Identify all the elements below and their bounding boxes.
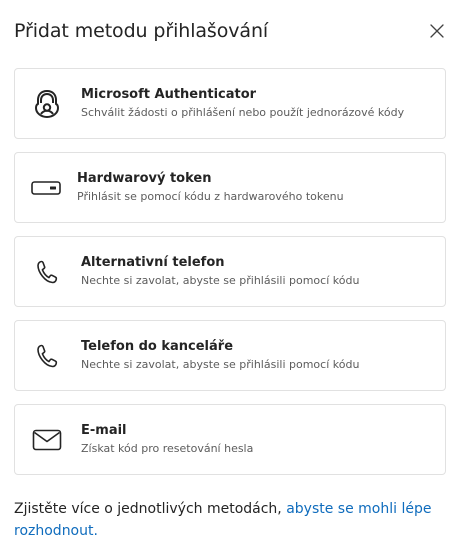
method-description: Přihlásit se pomocí kódu z hardwarového … bbox=[77, 190, 344, 203]
method-microsoft-authenticator[interactable]: Microsoft Authenticator Schválit žádosti… bbox=[14, 68, 446, 139]
method-name: Hardwarový token bbox=[77, 171, 212, 186]
phone-icon bbox=[32, 257, 62, 287]
method-name: Telefon do kanceláře bbox=[81, 339, 234, 354]
method-list: Microsoft Authenticator Schválit žádosti… bbox=[14, 68, 446, 488]
method-description: Získat kód pro resetování hesla bbox=[81, 442, 254, 455]
method-name: E-mail bbox=[81, 423, 127, 438]
learn-more-prefix: Zjistěte více o jednotlivých metodách, bbox=[14, 501, 287, 517]
hardware-token-icon bbox=[31, 173, 61, 203]
method-hardware-token[interactable]: Hardwarový token Přihlásit se pomocí kód… bbox=[14, 152, 446, 223]
close-button[interactable] bbox=[425, 19, 449, 43]
method-name: Microsoft Authenticator bbox=[81, 87, 257, 102]
method-email[interactable]: E-mail Získat kód pro resetování hesla bbox=[14, 404, 446, 475]
close-icon bbox=[430, 24, 444, 38]
method-description: Schválit žádosti o přihlášení nebo použí… bbox=[81, 106, 405, 119]
method-name: Alternativní telefon bbox=[81, 255, 225, 270]
authenticator-lock-icon bbox=[32, 89, 62, 119]
method-alternative-phone[interactable]: Alternativní telefon Nechte si zavolat, … bbox=[14, 236, 446, 307]
method-description: Nechte si zavolat, abyste se přihlásili … bbox=[81, 358, 360, 371]
method-office-phone[interactable]: Telefon do kanceláře Nechte si zavolat, … bbox=[14, 320, 446, 391]
learn-more-text: Zjistěte více o jednotlivých metodách, a… bbox=[14, 498, 434, 542]
phone-icon bbox=[32, 341, 62, 371]
mail-icon bbox=[32, 425, 62, 455]
dialog-header: Přidat metodu přihlašování bbox=[14, 17, 463, 47]
method-description: Nechte si zavolat, abyste se přihlásili … bbox=[81, 274, 360, 287]
dialog-title: Přidat metodu přihlašování bbox=[14, 20, 269, 42]
